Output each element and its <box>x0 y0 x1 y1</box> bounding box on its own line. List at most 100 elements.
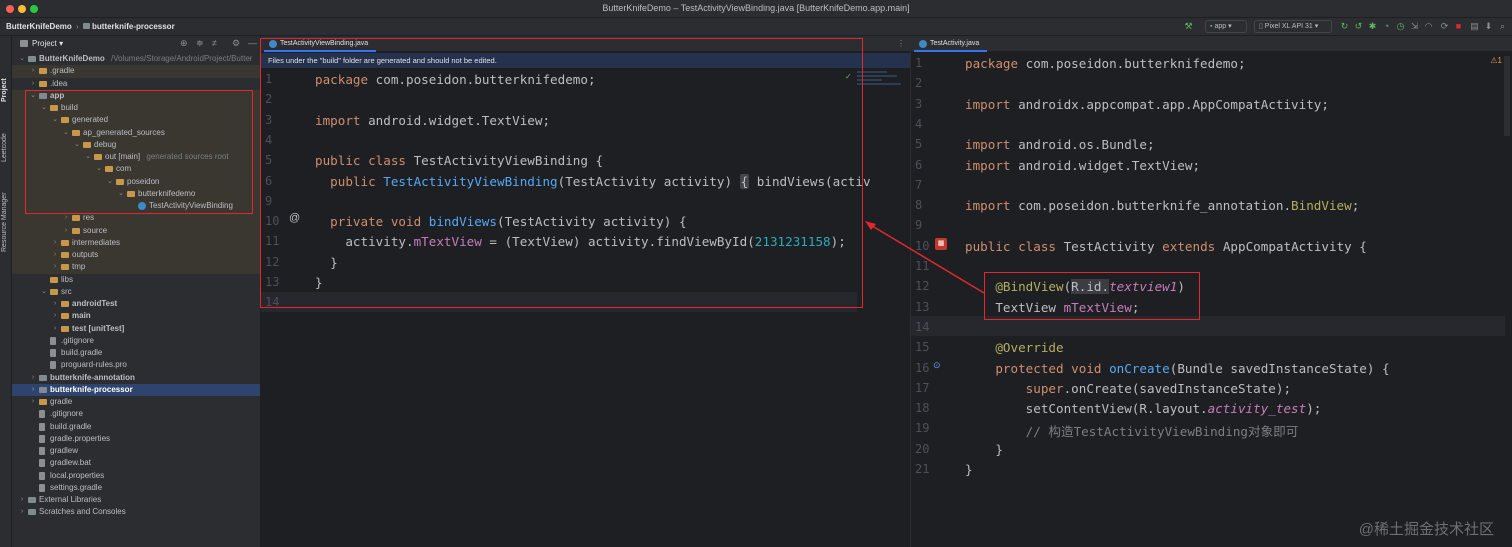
hammer-icon[interactable]: ⚒ <box>1184 22 1193 31</box>
chevron-right-icon[interactable]: › <box>29 396 37 408</box>
tree-item[interactable]: › gradle <box>12 396 260 408</box>
locate-file-icon[interactable]: ⊕ <box>180 38 188 49</box>
code-token: ; <box>1351 198 1360 214</box>
module-folder-icon <box>39 386 47 393</box>
vertical-scrollbar[interactable] <box>1504 56 1510 136</box>
chevron-right-icon[interactable]: › <box>18 506 26 518</box>
code-token: protected void <box>965 360 1110 376</box>
folder-icon <box>50 276 58 283</box>
chevron-right-icon[interactable]: › <box>51 323 59 335</box>
stop-icon[interactable]: ■ <box>1454 22 1463 31</box>
coverage-icon[interactable]: ◔ <box>1382 22 1391 31</box>
tool-window-resource-manager[interactable]: Resource Manager <box>1 192 8 252</box>
tab-test-activity[interactable]: TestActivity.java <box>914 36 988 52</box>
tree-item[interactable]: build.gradle <box>12 347 260 359</box>
tree-item[interactable]: .gitignore <box>12 335 260 347</box>
device-manager-icon[interactable]: ▤ <box>1470 22 1479 31</box>
code-token: package <box>965 56 1026 71</box>
folder-icon <box>61 301 69 307</box>
tree-item[interactable]: › butterknife-processor <box>12 383 260 396</box>
breadcrumb-project[interactable]: ButterKnifeDemo <box>6 22 72 31</box>
module-folder-icon <box>39 374 47 381</box>
tree-item[interactable]: › outputs <box>12 249 260 262</box>
tree-item[interactable]: proguard-rules.pro <box>12 359 260 371</box>
device-select[interactable]: ▯ Pixel XL API 31 ▾ <box>1254 20 1332 33</box>
attach-debugger-icon[interactable]: ⇲ <box>1410 22 1419 31</box>
tree-item[interactable]: › External Libraries <box>12 494 260 506</box>
chevron-right-icon[interactable]: › <box>62 212 70 224</box>
chevron-right-icon[interactable]: › <box>29 372 37 384</box>
navigation-bar: ButterKnifeDemo › butterknife-processor … <box>0 18 1512 36</box>
tree-item[interactable]: › androidTest <box>12 298 260 310</box>
search-everywhere-icon[interactable]: ⌕ <box>1498 22 1507 31</box>
tree-item[interactable]: ⌄ ButterKnifeDemo /Volumes/Storage/Androi… <box>12 53 260 65</box>
tool-window-project[interactable]: Project <box>1 78 8 102</box>
tree-item[interactable]: › intermediates <box>12 236 260 249</box>
chevron-right-icon[interactable]: › <box>51 310 59 322</box>
tree-item[interactable]: gradle.properties <box>12 433 260 445</box>
tree-item[interactable]: .gitignore <box>12 408 260 420</box>
tree-item[interactable]: libs <box>12 274 260 286</box>
breadcrumb-module[interactable]: butterknife-processor <box>92 22 175 31</box>
chevron-right-icon[interactable]: › <box>51 261 59 273</box>
chevron-right-icon[interactable]: › <box>29 384 37 396</box>
code-token: } <box>965 462 973 477</box>
tree-item[interactable]: › butterknife-annotation <box>12 372 260 384</box>
tree-item-label: source <box>83 225 108 235</box>
tree-item[interactable]: › Scratches and Consoles <box>12 506 260 518</box>
window-title: ButterKnifeDemo – TestActivityViewBindin… <box>602 3 910 13</box>
profile-icon[interactable]: ◷ <box>1396 22 1405 31</box>
tree-item[interactable]: › .idea <box>12 78 260 90</box>
chevron-down-icon[interactable]: ⌄ <box>40 286 48 298</box>
rerun-icon[interactable]: ↻ <box>1340 22 1349 31</box>
chevron-down-icon[interactable]: ⌄ <box>18 53 26 65</box>
chevron-right-icon[interactable]: › <box>51 237 59 249</box>
minimap <box>857 69 907 99</box>
tool-window-leetcode[interactable]: Leetcode <box>1 133 8 162</box>
chevron-right-icon[interactable]: › <box>62 225 70 237</box>
tree-item[interactable]: gradlew <box>12 445 260 457</box>
tree-item[interactable]: › source <box>12 224 260 237</box>
apply-changes-icon[interactable]: ↺ <box>1354 22 1363 31</box>
gear-icon[interactable]: ⚙ <box>232 38 240 49</box>
tree-item[interactable]: gradlew.bat <box>12 457 260 469</box>
override-method-gutter-icon[interactable]: ⊙ <box>933 360 941 371</box>
tree-item[interactable]: › .gradle <box>12 65 260 78</box>
tree-item[interactable]: settings.gradle <box>12 482 260 494</box>
chevron-right-icon[interactable]: › <box>29 65 37 77</box>
file-icon <box>39 447 45 455</box>
tree-item-label: tmp <box>72 262 86 272</box>
code-line: setContentView(R.layout.activity_test); <box>965 401 1322 417</box>
chevron-right-icon[interactable]: › <box>18 494 26 506</box>
chevron-right-icon[interactable]: › <box>51 298 59 310</box>
tree-item[interactable]: › tmp <box>12 261 260 274</box>
collapse-all-icon[interactable]: ≠ <box>212 38 217 48</box>
code-token: ); <box>1306 401 1322 417</box>
more-tabs-icon[interactable]: ⋮ <box>897 39 905 48</box>
tree-item[interactable]: local.properties <box>12 470 260 482</box>
sdk-manager-icon[interactable]: ⬇ <box>1484 22 1493 31</box>
gauge-icon[interactable]: ◠ <box>1424 22 1433 31</box>
warning-icon: ⚠ <box>1490 56 1498 65</box>
expand-all-icon[interactable]: ≑ <box>196 38 204 49</box>
chevron-right-icon[interactable]: › <box>51 249 59 261</box>
code-token: onCreate <box>1109 360 1170 376</box>
tree-item[interactable]: › res <box>12 212 260 225</box>
tree-item[interactable]: › main <box>12 310 260 322</box>
tree-item[interactable]: ⌄ src <box>12 286 260 298</box>
code-line: public class TestActivity extends AppCom… <box>965 239 1367 254</box>
warning-indicator[interactable]: ⚠1 <box>1490 56 1502 65</box>
run-config-select[interactable]: ▪ app ▾ <box>1205 20 1247 33</box>
file-icon <box>50 336 56 345</box>
code-token: setContentView(R.layout. <box>965 401 1208 417</box>
project-view-select[interactable]: Project ▾ <box>32 39 63 48</box>
tree-item[interactable]: build.gradle <box>12 421 260 433</box>
sync-icon[interactable]: ⟳ <box>1440 22 1449 31</box>
folder-icon <box>72 227 80 234</box>
hide-panel-icon[interactable]: — <box>248 38 257 48</box>
code-line: super.onCreate(savedInstanceState); <box>965 381 1291 396</box>
chevron-right-icon[interactable]: › <box>29 78 37 90</box>
tree-item[interactable]: › test [unitTest] <box>12 323 260 335</box>
tree-item-label: local.properties <box>50 470 105 480</box>
debug-icon[interactable]: ✱ <box>1368 22 1377 31</box>
